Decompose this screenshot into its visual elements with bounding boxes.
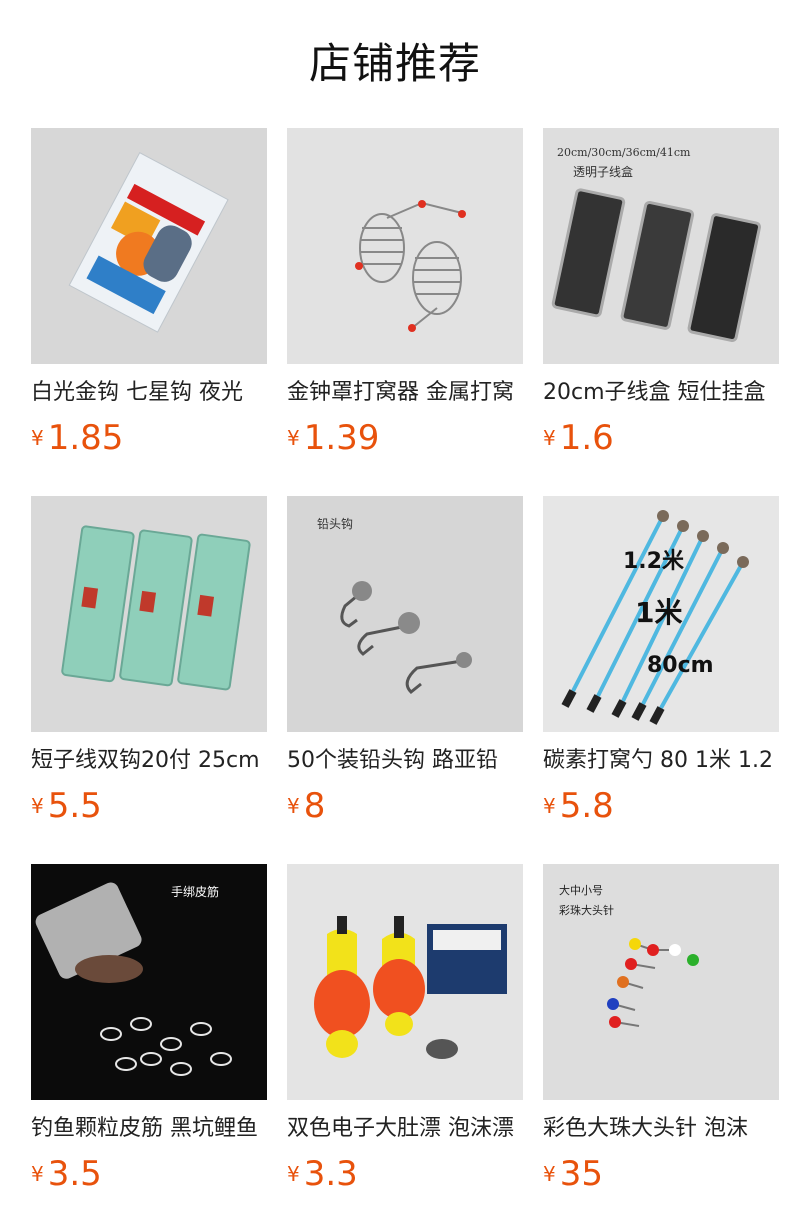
product-name: 碳素打窝勺 80 1米 1.2 <box>543 748 773 773</box>
product-price: ¥3.5 <box>31 1152 102 1196</box>
currency-symbol: ¥ <box>31 794 44 818</box>
product-price: ¥5.8 <box>543 784 614 828</box>
currency-symbol: ¥ <box>543 426 556 450</box>
product-price: ¥5.5 <box>31 784 102 828</box>
product-name: 双色电子大肚漂 泡沫漂 <box>287 1116 514 1141</box>
product-image[interactable]: 手绑皮筋 <box>31 864 267 1100</box>
price-value: 3.5 <box>47 1154 102 1194</box>
product-image[interactable]: 1.2米 1米 80cm <box>543 496 779 732</box>
shop-recommendations-page: 店铺推荐 白光金钩 七星钩 夜光 ¥1.85 金钟罩打窝器 金属打窝 ¥ 1.3… <box>0 0 790 1232</box>
image-caption: 80cm <box>647 653 714 678</box>
price-value: 8 <box>303 786 326 826</box>
price-value: 5.5 <box>47 786 102 826</box>
image-caption: 20cm/30cm/36cm/41cm <box>557 146 691 159</box>
product-name: 50个装铅头钩 路亚铅 <box>287 748 498 773</box>
image-caption: 1.2米 <box>623 549 685 574</box>
price-value: 35 <box>559 1154 603 1194</box>
image-caption: 1米 <box>635 596 682 629</box>
product-name: 20cm子线盒 短仕挂盒 <box>543 380 766 405</box>
price-value: 3.3 <box>303 1154 358 1194</box>
price-value: 1.6 <box>559 418 614 458</box>
product-price: ¥3.3 <box>287 1152 358 1196</box>
product-image[interactable]: 铅头钩 <box>287 496 523 732</box>
image-caption: 透明子线盒 <box>573 164 633 179</box>
product-price: ¥8 <box>287 784 325 828</box>
currency-symbol: ¥ <box>31 426 44 450</box>
image-caption: 彩珠大头针 <box>559 903 614 917</box>
product-name: 短子线双钩20付 25cm <box>31 748 260 773</box>
currency-symbol: ¥ <box>543 794 556 818</box>
image-caption: 大中小号 <box>559 883 603 897</box>
product-name: 彩色大珠大头针 泡沫 <box>543 1116 748 1141</box>
price-value: 1.39 <box>303 418 380 458</box>
product-name: 白光金钩 七星钩 夜光 <box>31 380 243 405</box>
currency-symbol: ¥ <box>543 1162 556 1186</box>
page-title: 店铺推荐 <box>308 39 481 88</box>
price-value: 5.8 <box>559 786 614 826</box>
product-price: ¥1.39 <box>287 416 379 460</box>
product-price: ¥1.6 <box>543 416 614 460</box>
currency-symbol: ¥ <box>31 1162 44 1186</box>
product-image[interactable]: 大中小号 彩珠大头针 <box>543 864 779 1100</box>
price-value: 1.85 <box>47 418 124 458</box>
image-caption: 手绑皮筋 <box>171 884 219 899</box>
product-image[interactable] <box>31 496 267 732</box>
product-price: ¥1.85 <box>31 416 123 460</box>
product-image[interactable] <box>287 864 523 1100</box>
product-name: 钓鱼颗粒皮筋 黑坑鲤鱼 <box>31 1116 258 1141</box>
product-image[interactable] <box>287 128 523 364</box>
product-image[interactable]: 20cm/30cm/36cm/41cm 透明子线盒 <box>543 128 779 364</box>
product-name: 金钟罩打窝器 金属打窝 <box>287 380 514 405</box>
image-caption: 铅头钩 <box>317 517 353 531</box>
currency-symbol: ¥ <box>287 794 300 818</box>
currency-symbol: ¥ <box>287 426 300 450</box>
currency-symbol: ¥ <box>287 1162 300 1186</box>
product-price: ¥35 <box>543 1152 603 1196</box>
product-image[interactable] <box>31 128 267 364</box>
